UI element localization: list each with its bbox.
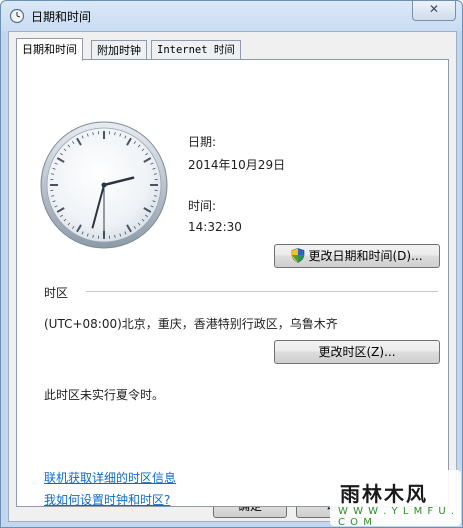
dst-note: 此时区未实行夏令时。	[44, 388, 165, 402]
change-timezone-button[interactable]: 更改时区(Z)...	[274, 340, 440, 364]
dialog-body: 日期和时间 附加时钟 Internet 时间 日期: 2014年10月29日 时…	[8, 31, 457, 522]
date-time-dialog: 日期和时间 ✕ 日期和时间 附加时钟 Internet 时间 日期: 2014年…	[0, 0, 463, 528]
how-to-set-clock-link[interactable]: 我如何设置时钟和时区?	[44, 491, 170, 508]
window-title: 日期和时间	[31, 10, 92, 24]
change-date-time-button[interactable]: 更改日期和时间(D)...	[274, 244, 440, 268]
timezone-header: 时区	[44, 286, 69, 300]
watermark-logo: 雨林木风 W W W . Y L M F U . C O M	[330, 470, 461, 528]
tab-date-time[interactable]: 日期和时间	[16, 38, 83, 61]
uac-shield-icon	[292, 248, 305, 263]
time-value: 14:32:30	[188, 220, 242, 234]
tab-panel: 日期: 2014年10月29日 时间: 14:32:30 更改日期和时间(D).…	[16, 59, 449, 507]
clock-title-icon	[9, 8, 25, 24]
timezone-divider	[86, 291, 438, 292]
analog-clock	[40, 121, 168, 249]
watermark-brand: 雨林木风	[340, 482, 428, 506]
time-label: 时间:	[188, 199, 217, 213]
online-timezone-info-link[interactable]: 联机获取详细的时区信息	[44, 469, 176, 486]
tab-additional-clocks[interactable]: 附加时钟	[91, 40, 147, 60]
change-date-time-label: 更改日期和时间(D)...	[308, 249, 423, 263]
close-icon: ✕	[428, 2, 440, 16]
date-value: 2014年10月29日	[188, 158, 286, 172]
close-button[interactable]: ✕	[412, 1, 456, 21]
watermark-url: W W W . Y L M F U . C O M	[338, 506, 456, 528]
date-label: 日期:	[188, 135, 217, 149]
timezone-value: (UTC+08:00)北京，重庆，香港特别行政区，乌鲁木齐	[44, 317, 338, 331]
title-bar[interactable]: 日期和时间 ✕	[1, 1, 462, 31]
tab-internet-time[interactable]: Internet 时间	[151, 40, 241, 60]
